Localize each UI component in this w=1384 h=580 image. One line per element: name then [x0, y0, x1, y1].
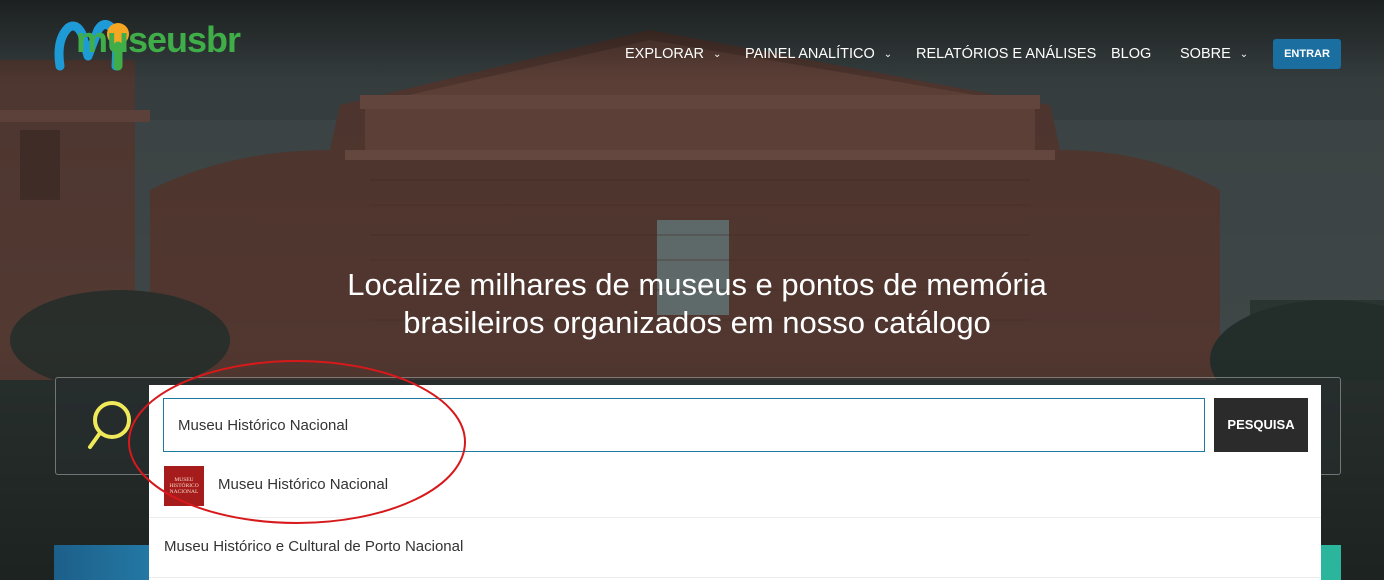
- nav-label: SOBRE: [1180, 46, 1231, 62]
- search-button[interactable]: PESQUISA: [1214, 398, 1308, 452]
- nav-blog[interactable]: BLOG: [1111, 38, 1151, 70]
- chevron-down-icon: ⌄: [1239, 49, 1249, 60]
- suggestion-item[interactable]: MUSEU HISTÓRICO NACIONAL Museu Histórico…: [149, 460, 1321, 518]
- logo-text[interactable]: museusbr: [76, 20, 241, 60]
- suggestion-item[interactable]: Museu Histórico e Cultural de Porto Naci…: [149, 520, 1321, 578]
- nav-label: BLOG: [1111, 46, 1152, 62]
- login-button[interactable]: ENTRAR: [1273, 39, 1341, 69]
- search-icon[interactable]: [86, 400, 132, 452]
- nav-label: EXPLORAR: [625, 46, 704, 62]
- card-strip-left: [54, 545, 149, 580]
- search-input[interactable]: [163, 398, 1205, 452]
- nav-label: PAINEL ANALÍTICO: [745, 46, 875, 62]
- nav-relatorios[interactable]: RELATÓRIOS E ANÁLISES: [916, 38, 1096, 70]
- card-strip-right: [1321, 545, 1341, 580]
- suggestion-label: Museu Histórico e Cultural de Porto Naci…: [164, 538, 464, 555]
- museum-thumbnail: MUSEU HISTÓRICO NACIONAL: [164, 466, 204, 506]
- headline-line-1: Localize milhares de museus e pontos de …: [347, 267, 1047, 302]
- nav-label: RELATÓRIOS E ANÁLISES: [916, 46, 1097, 62]
- chevron-down-icon: ⌄: [883, 49, 893, 60]
- nav-painel-analitico[interactable]: PAINEL ANALÍTICO ⌄: [745, 38, 892, 71]
- chevron-down-icon: ⌄: [712, 49, 722, 60]
- headline-line-2: brasileiros organizados em nosso catálog…: [403, 305, 991, 340]
- suggestion-label: Museu Histórico Nacional: [218, 476, 389, 493]
- nav-sobre[interactable]: SOBRE ⌄: [1180, 38, 1248, 71]
- nav-explorar[interactable]: EXPLORAR ⌄: [625, 38, 721, 71]
- hero-headline: Localize milhares de museus e pontos de …: [200, 266, 1194, 342]
